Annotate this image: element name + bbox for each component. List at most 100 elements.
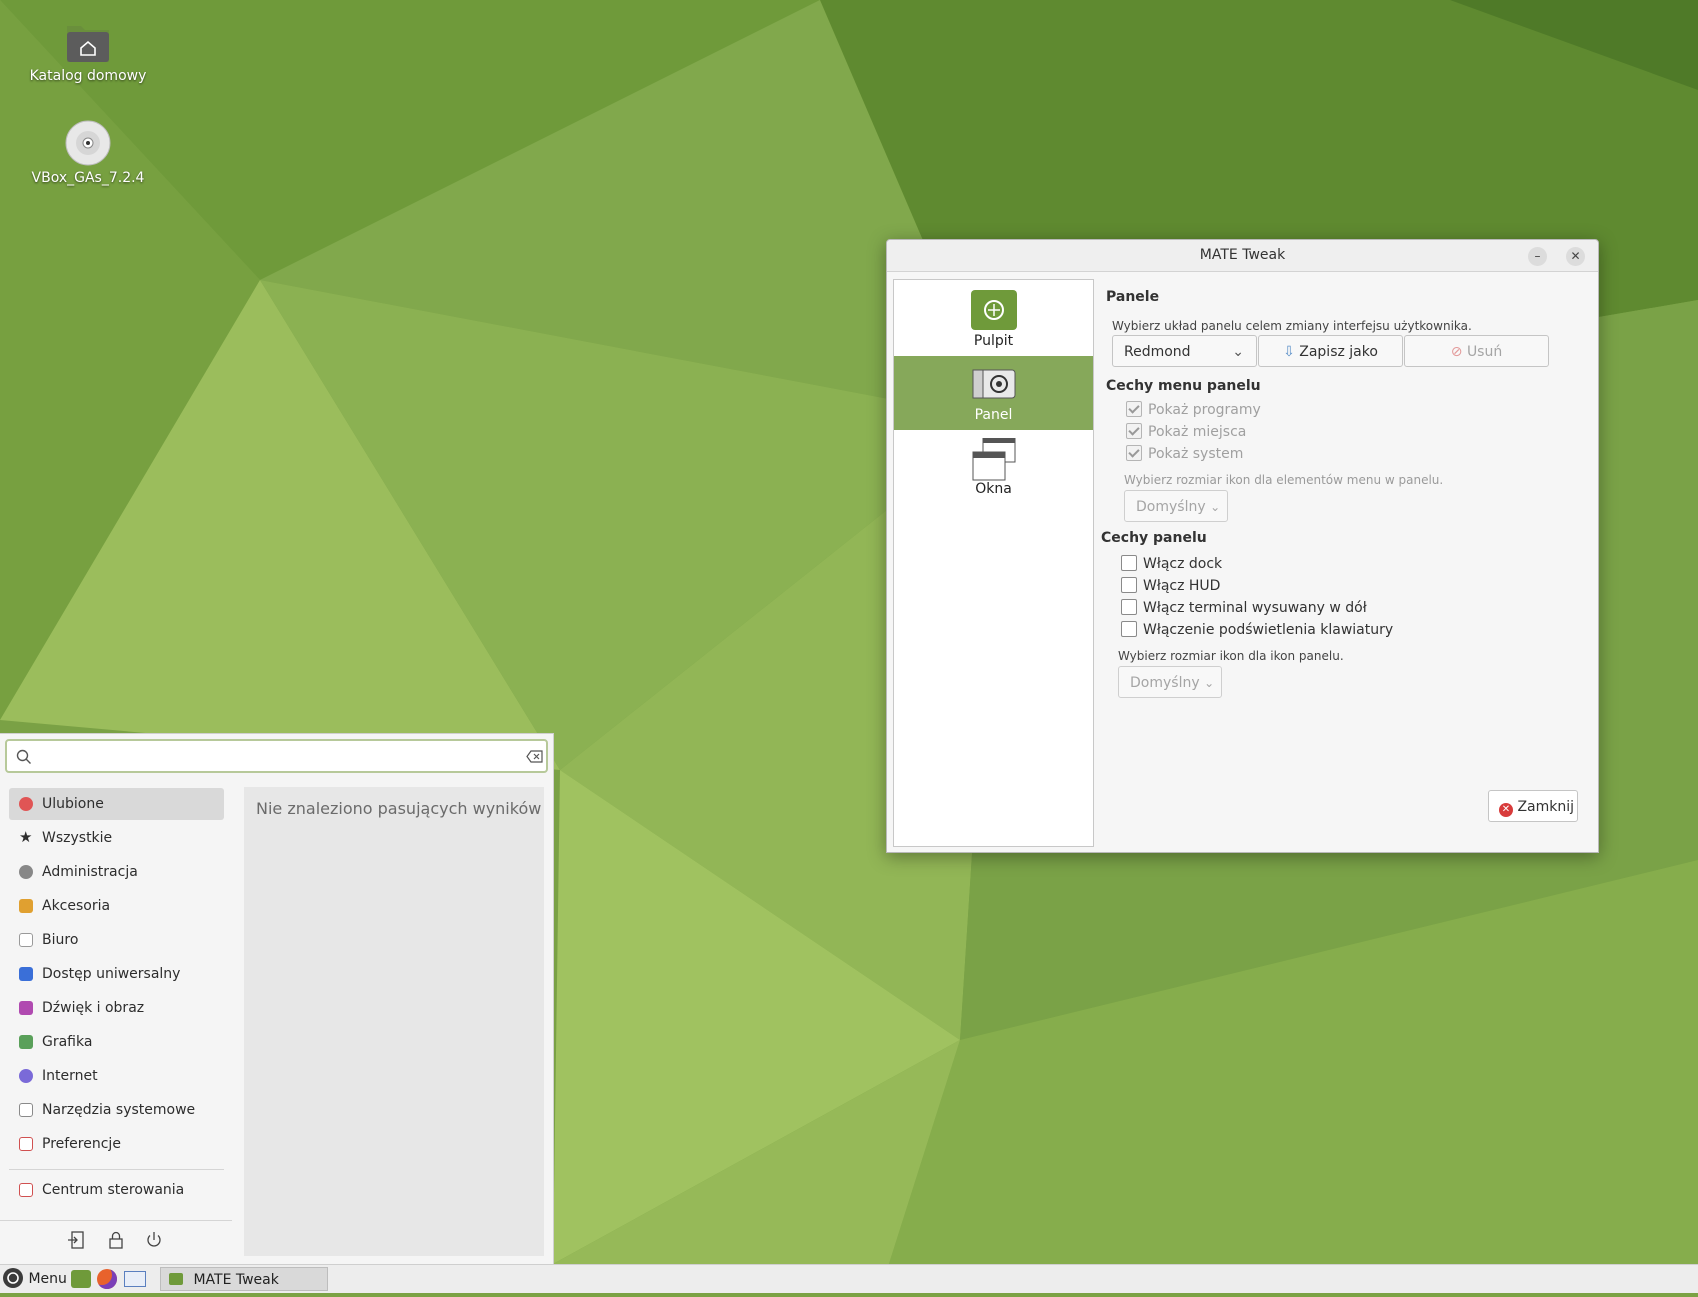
windows-icon [971, 437, 1017, 481]
save-as-button[interactable]: ⇩ Zapisz jako [1258, 335, 1403, 367]
category-favorites[interactable]: Ulubione [9, 788, 224, 820]
lock-screen-button[interactable] [105, 1229, 127, 1251]
category-internet[interactable]: Internet [9, 1060, 224, 1092]
search-input[interactable] [37, 745, 511, 769]
chevron-down-icon: ⌄ [1210, 500, 1221, 514]
desktop-icon-label: VBox_GAs_7.2.4 [31, 170, 145, 186]
graphics-icon [19, 1035, 33, 1049]
mate-tweak-icon [169, 1273, 183, 1285]
mail-icon [124, 1271, 146, 1287]
category-label: Administracja [42, 864, 138, 880]
panel-icon [971, 364, 1017, 404]
delete-button[interactable]: ⊘ Usuń [1404, 335, 1549, 367]
sidebar-item-okna[interactable]: Okna [894, 430, 1093, 504]
globe-icon [19, 1069, 33, 1083]
category-label: Grafika [42, 1034, 93, 1050]
category-label: Narzędzia systemowe [42, 1102, 196, 1118]
chevron-down-icon: ⌄ [1204, 676, 1215, 690]
search-field[interactable] [5, 739, 548, 773]
download-icon: ⇩ [1283, 344, 1295, 360]
category-administration[interactable]: Administracja [9, 856, 224, 888]
window-titlebar[interactable]: MATE Tweak – ✕ [887, 240, 1598, 272]
power-icon [147, 1232, 161, 1247]
category-universal-access[interactable]: Dostęp uniwersalny [9, 958, 224, 990]
control-center-label: Centrum sterowania [42, 1182, 185, 1198]
panel-layout-value: Redmond [1124, 344, 1191, 360]
save-as-label: Zapisz jako [1299, 344, 1378, 360]
checkbox-show-places[interactable]: Pokaż miejsca [1126, 422, 1246, 442]
checkbox-label: Włącz dock [1143, 556, 1223, 572]
close-button[interactable]: ✕ Zamknij [1488, 790, 1578, 822]
menu-button[interactable]: Menu [2, 1267, 68, 1291]
checkbox-label: Włączenie podświetlenia klawiatury [1143, 622, 1394, 638]
panel-icon-size-value: Domyślny [1130, 675, 1200, 691]
category-system-tools[interactable]: Narzędzia systemowe [9, 1094, 224, 1126]
logout-icon [68, 1231, 84, 1249]
minimize-icon: – [1534, 249, 1541, 263]
panel-icon-size-label: Wybierz rozmiar ikon dla ikon panelu. [1118, 649, 1344, 663]
checkbox-enable-hud[interactable]: Włącz HUD [1121, 576, 1220, 596]
checkbox-enable-dropdown-terminal[interactable]: Włącz terminal wysuwany w dół [1121, 598, 1367, 618]
control-center-icon [19, 1183, 33, 1197]
checkbox-label: Pokaż miejsca [1148, 424, 1247, 440]
multimedia-icon [19, 1001, 33, 1015]
menu-icon-size-value: Domyślny [1136, 499, 1206, 515]
clear-search-icon[interactable] [526, 750, 543, 763]
menu-label: Menu [28, 1271, 67, 1287]
sidebar-item-label: Panel [974, 407, 1013, 423]
menu-icon-size-combo[interactable]: Domyślny ⌄ [1124, 490, 1228, 522]
search-results: Nie znaleziono pasujących wyników [244, 787, 544, 1256]
close-circle-icon: ✕ [1499, 803, 1513, 817]
section-heading-panels: Panele [1106, 289, 1160, 305]
checkbox-box [1121, 621, 1137, 637]
system-tools-icon [19, 1103, 33, 1117]
minimize-button[interactable]: – [1528, 247, 1547, 266]
menu-icon-size-label: Wybierz rozmiar ikon dla elementów menu … [1124, 473, 1444, 487]
checkbox-show-programs[interactable]: Pokaż programy [1126, 400, 1261, 420]
star-icon: ★ [19, 828, 33, 846]
close-window-button[interactable]: ✕ [1566, 247, 1585, 266]
home-folder-icon [65, 22, 111, 64]
category-label: Dźwięk i obraz [42, 1000, 145, 1016]
category-label: Akcesoria [42, 898, 111, 914]
sidebar-item-panel[interactable]: Panel [894, 356, 1093, 430]
panels-description: Wybierz układ panelu celem zmiany interf… [1112, 319, 1472, 333]
checkbox-enable-dock[interactable]: Włącz dock [1121, 554, 1222, 574]
task-mate-tweak[interactable]: MATE Tweak [160, 1267, 328, 1291]
administration-icon [19, 865, 33, 879]
logout-button[interactable] [66, 1229, 88, 1251]
heart-icon [19, 797, 33, 811]
desktop-icon-home[interactable]: Katalog domowy [18, 22, 158, 84]
desktop-icon-vbox[interactable]: VBox_GAs_7.2.4 [18, 120, 158, 186]
control-center-item[interactable]: Centrum sterowania [9, 1174, 224, 1206]
panel-settings: Panele Wybierz układ panelu celem zmiany… [1101, 279, 1591, 845]
category-graphics[interactable]: Grafika [9, 1026, 224, 1058]
category-office[interactable]: Biuro [9, 924, 224, 956]
window-title: MATE Tweak [1199, 247, 1286, 263]
delete-label: Usuń [1466, 344, 1503, 360]
sidebar-item-label: Okna [975, 481, 1012, 497]
checkbox-label: Pokaż programy [1148, 402, 1261, 418]
search-icon [16, 749, 31, 764]
checkbox-show-system[interactable]: Pokaż system [1126, 444, 1243, 464]
launcher-firefox[interactable] [97, 1267, 119, 1291]
section-heading-menu-features: Cechy menu panelu [1106, 378, 1261, 394]
menu-footer-divider [0, 1220, 232, 1221]
category-label: Biuro [42, 932, 79, 948]
shutdown-button[interactable] [143, 1229, 165, 1251]
category-sound-video[interactable]: Dźwięk i obraz [9, 992, 224, 1024]
launcher-mail[interactable] [124, 1267, 150, 1291]
sidebar-item-pulpit[interactable]: Pulpit [894, 282, 1093, 356]
checkbox-box [1126, 423, 1142, 439]
category-label: Ulubione [42, 796, 104, 812]
category-preferences[interactable]: Preferencje [9, 1128, 224, 1160]
launcher-mate-tweak[interactable] [71, 1267, 93, 1291]
checkbox-enable-keyboard-backlight[interactable]: Włączenie podświetlenia klawiatury [1121, 620, 1393, 640]
checkbox-box [1121, 599, 1137, 615]
category-all[interactable]: ★ Wszystkie [9, 822, 224, 854]
no-results-message: Nie znaleziono pasujących wyników [256, 799, 542, 818]
panel-icon-size-combo[interactable]: Domyślny ⌄ [1118, 666, 1222, 698]
panel-layout-combo[interactable]: Redmond ⌄ [1112, 335, 1257, 367]
category-label: Internet [42, 1068, 98, 1084]
category-accessories[interactable]: Akcesoria [9, 890, 224, 922]
